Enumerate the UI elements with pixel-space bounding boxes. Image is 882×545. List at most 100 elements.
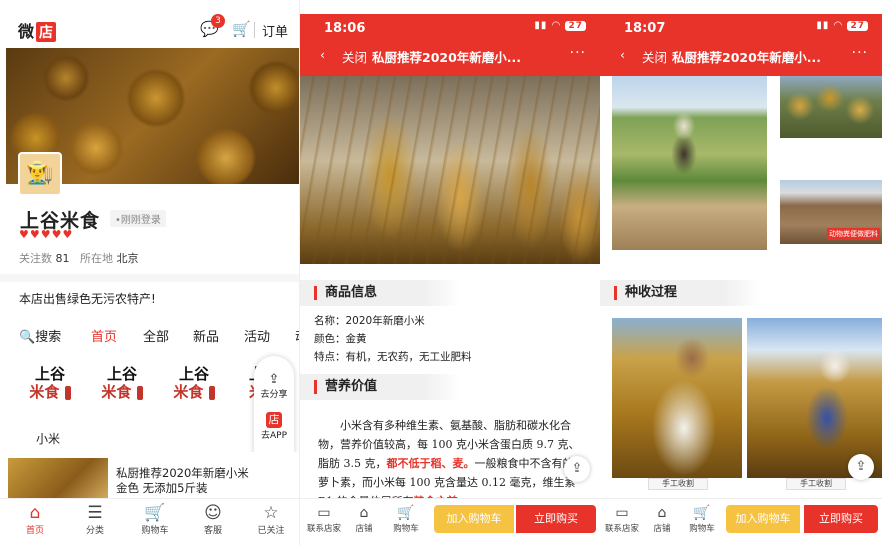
- tab-home[interactable]: 首页: [91, 326, 117, 345]
- contact-store-label: 联系店家: [306, 524, 341, 534]
- home-icon: ⌂: [359, 505, 369, 521]
- cart-label: 购物车: [393, 524, 419, 534]
- weidian-logo: 微店: [18, 18, 57, 42]
- nav-home-label: 首页: [25, 526, 44, 536]
- followers-value: 81: [55, 252, 70, 265]
- tab-activity[interactable]: 活动: [244, 326, 270, 345]
- search-label: 搜索: [35, 330, 62, 345]
- tab-new[interactable]: 新品: [193, 326, 219, 345]
- nutrition-paragraph: 小米含有多种维生素、氨基酸、脂肪和碳水化合物，营养价值较高，每 100 克小米含…: [318, 416, 588, 511]
- share-button[interactable]: ⇪ 去分享: [254, 372, 294, 400]
- info-feature: 特点：有机，无农药，无工业肥料: [314, 351, 472, 363]
- product-thumbnail: [8, 458, 108, 502]
- product-card[interactable]: 私厨推荐2020年新磨小米 金色 无添加5斤装: [0, 452, 299, 502]
- wifi-icon: ◠: [551, 20, 562, 31]
- search-icon: 🔍: [19, 330, 36, 345]
- divider: [254, 22, 255, 38]
- logo-line-1: 上谷: [34, 365, 65, 383]
- contact-store-button[interactable]: ▭ 联系店家: [306, 504, 342, 534]
- order-link[interactable]: 订单: [262, 21, 288, 40]
- shop-home-panel: 微店 💬 3 🛒 订单 👨‍🌾 上谷米食 •刚刚登录 ♥♥♥♥♥ 关注数 81 …: [0, 0, 300, 545]
- status-time: 18:07: [624, 21, 666, 36]
- cart-button[interactable]: 🛒 购物车: [684, 504, 720, 534]
- nav-category[interactable]: ☰ 分类: [72, 503, 118, 536]
- section-header-planting: 种收过程: [600, 280, 760, 306]
- store-button[interactable]: ⌂ 店铺: [644, 504, 680, 534]
- signal-icon: ▮▮: [534, 20, 548, 31]
- home-icon: ⌂: [657, 505, 667, 521]
- contact-store-button[interactable]: ▭ 联系店家: [604, 504, 640, 534]
- section-header-nutrition: 营养价值: [300, 374, 460, 400]
- rating-hearts: ♥♥♥♥♥: [19, 228, 74, 241]
- shop-avatar[interactable]: 👨‍🌾: [18, 152, 62, 196]
- logo-line-1: 上谷: [178, 365, 209, 383]
- product-detail-panel: 18:06 ▮▮ ◠ 27 ‹ 关闭 私厨推荐2020年新磨小... ··· 商…: [300, 0, 600, 545]
- nav-cart[interactable]: 🛒 购物车: [132, 503, 178, 536]
- app-icon: 店: [266, 412, 282, 428]
- product-logo[interactable]: 上谷米食: [94, 365, 150, 415]
- share-icon[interactable]: ⇪: [848, 454, 874, 480]
- tab-all[interactable]: 全部: [143, 326, 169, 345]
- close-button[interactable]: 关闭: [342, 47, 367, 66]
- recent-login-badge: •刚刚登录: [110, 210, 166, 227]
- add-to-cart-button[interactable]: 加入购物车: [726, 505, 800, 533]
- home-icon: ⌂: [29, 503, 41, 523]
- top-bar: 微店 💬 3 🛒 订单: [0, 14, 299, 48]
- store-button[interactable]: ⌂ 店铺: [346, 504, 382, 534]
- bottom-nav: ⌂ 首页 ☰ 分类 🛒 购物车 ☺ 客服 ☆ 已关注: [0, 498, 299, 545]
- back-icon[interactable]: ‹: [620, 47, 625, 62]
- back-icon[interactable]: ‹: [320, 47, 325, 62]
- nav-cart-label: 购物车: [141, 526, 169, 536]
- buy-now-button[interactable]: 立即购买: [804, 505, 878, 533]
- star-icon: ☆: [263, 503, 279, 523]
- shop-description: 本店出售绿色无污农特产!: [19, 292, 156, 306]
- cart-icon[interactable]: 🛒: [232, 20, 251, 38]
- logo-text: 微: [18, 22, 35, 41]
- nav-followed[interactable]: ☆ 已关注: [248, 503, 294, 536]
- nav-followed-label: 已关注: [257, 526, 285, 536]
- nav-service[interactable]: ☺ 客服: [190, 503, 236, 536]
- chat-icon: ▭: [615, 505, 629, 521]
- shop-stats: 关注数 81 所在地 北京: [19, 250, 139, 266]
- header-bar: 18:07 ▮▮ ◠ 27 ‹ 关闭 私厨推荐2020年新磨小... ···: [600, 14, 882, 76]
- seal-icon: [136, 385, 143, 400]
- product-logo[interactable]: 上谷米食: [22, 365, 78, 415]
- status-icons: ▮▮ ◠ 27: [534, 20, 586, 31]
- bottom-action-bar: ▭ 联系店家 ⌂ 店铺 🛒 购物车 加入购物车 立即购买: [600, 498, 882, 545]
- seal-icon: [208, 385, 215, 400]
- harvest-photo-1: [612, 318, 742, 478]
- search-tab[interactable]: 🔍搜索: [19, 326, 61, 345]
- close-button[interactable]: 关闭: [642, 47, 667, 66]
- seal-icon: [64, 385, 71, 400]
- add-to-cart-button[interactable]: 加入购物车: [434, 505, 514, 533]
- more-menu-icon[interactable]: ···: [570, 45, 586, 61]
- harvest-caption-1: 手工收割: [648, 478, 708, 490]
- cart-button[interactable]: 🛒 购物车: [388, 504, 424, 534]
- cart-icon: 🛒: [693, 505, 711, 521]
- status-icons: ▮▮ ◠ 27: [816, 20, 868, 31]
- open-app-button[interactable]: 店去APP: [254, 412, 294, 441]
- product-logo[interactable]: 上谷米食: [166, 365, 222, 415]
- section-header-product-info: 商品信息: [300, 280, 460, 306]
- cart-icon: 🛒: [397, 505, 415, 521]
- field-planting-photo: [612, 76, 767, 250]
- chat-icon: ☺: [204, 503, 222, 523]
- status-time: 18:06: [324, 21, 366, 36]
- logo-line-1: 上谷: [106, 365, 137, 383]
- info-name: 名称：2020年新磨小米: [314, 315, 425, 327]
- nav-home[interactable]: ⌂ 首页: [12, 503, 58, 536]
- store-label: 店铺: [355, 524, 373, 534]
- buy-now-button[interactable]: 立即购买: [516, 505, 596, 533]
- product-title: 私厨推荐2020年新磨小米 金色 无添加5斤装: [116, 466, 249, 495]
- logo-line-2: 米食: [29, 383, 60, 401]
- location-label: 所在地: [80, 252, 113, 265]
- signal-icon: ▮▮: [816, 20, 830, 31]
- page-title: 私厨推荐2020年新磨小...: [372, 50, 522, 65]
- share-icon[interactable]: ⇪: [564, 456, 590, 482]
- page-title: 私厨推荐2020年新磨小...: [672, 50, 822, 65]
- category-label: 小米: [36, 432, 61, 446]
- more-menu-icon[interactable]: ···: [852, 45, 868, 61]
- nav-service-label: 客服: [203, 526, 222, 536]
- fertilizer-caption: 动物粪便做肥料: [827, 228, 880, 240]
- chat-icon: ▭: [317, 505, 331, 521]
